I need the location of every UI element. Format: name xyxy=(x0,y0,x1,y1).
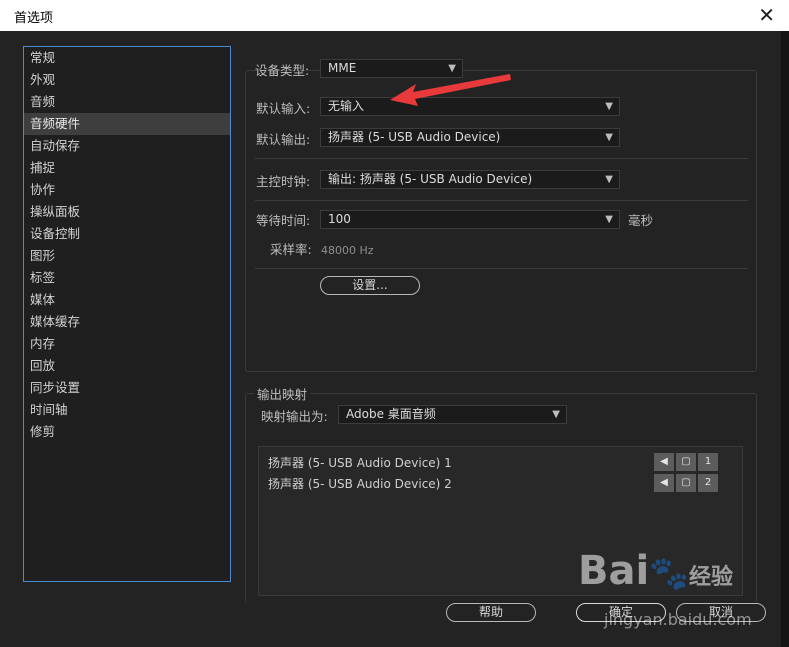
sidebar-item[interactable]: 媒体 xyxy=(24,289,230,311)
frame-icon[interactable]: ▢ xyxy=(676,453,696,471)
map-output-value: Adobe 桌面音频 xyxy=(346,407,436,421)
help-button[interactable]: 帮助 xyxy=(446,603,536,622)
divider xyxy=(255,268,748,269)
chevron-down-icon: ▼ xyxy=(605,214,613,225)
speaker-icon[interactable]: ◀ xyxy=(654,474,674,492)
sidebar-item[interactable]: 设备控制 xyxy=(24,223,230,245)
sidebar-item[interactable]: 时间轴 xyxy=(24,399,230,421)
sidebar-item[interactable]: 自动保存 xyxy=(24,135,230,157)
sidebar-item[interactable]: 修剪 xyxy=(24,421,230,443)
category-list: 常规 外观 音频 音频硬件 自动保存 捕捉 协作 操纵面板 设备控制 图形 标签 媒体 媒体缓存 内存 回放… xyxy=(23,46,231,582)
divider xyxy=(255,200,748,201)
chevron-down-icon: ▼ xyxy=(605,174,613,185)
default-output-label: 默认输出: xyxy=(256,132,311,147)
device-type-value: MME xyxy=(328,61,357,75)
sidebar-item[interactable]: 常规 xyxy=(24,47,230,69)
latency-label: 等待时间: xyxy=(256,213,311,228)
watermark-logo: Bai🐾经验 xyxy=(578,548,733,594)
master-clock-value: 输出: 扬声器 (5- USB Audio Device) xyxy=(328,172,533,186)
divider xyxy=(255,158,748,159)
annotation-arrow-icon xyxy=(390,74,511,106)
sidebar-item[interactable]: 音频 xyxy=(24,91,230,113)
sample-rate-label: 采样率: xyxy=(270,242,312,257)
sidebar-item[interactable]: 回放 xyxy=(24,355,230,377)
latency-dropdown[interactable]: 100 ▼ xyxy=(320,210,620,229)
chevron-down-icon: ▼ xyxy=(552,409,560,420)
watermark-url: jingyan.baidu.com xyxy=(604,610,752,629)
speaker-muted-icon[interactable]: ◀ xyxy=(654,453,674,471)
title-bar: 首选项 ✕ xyxy=(0,0,789,31)
output-mapping-title: 输出映射 xyxy=(254,384,311,403)
sidebar-item[interactable]: 标签 xyxy=(24,267,230,289)
settings-button[interactable]: 设置... xyxy=(320,276,420,295)
sidebar-item[interactable]: 操纵面板 xyxy=(24,201,230,223)
master-clock-dropdown[interactable]: 输出: 扬声器 (5- USB Audio Device) ▼ xyxy=(320,170,620,189)
window-edge xyxy=(781,31,789,647)
sample-rate-value: 48000 Hz xyxy=(321,244,374,257)
frame-icon[interactable]: ▢ xyxy=(676,474,696,492)
default-output-value: 扬声器 (5- USB Audio Device) xyxy=(328,130,501,144)
latency-unit: 毫秒 xyxy=(628,213,654,228)
latency-value: 100 xyxy=(328,212,351,226)
close-icon[interactable]: ✕ xyxy=(758,3,775,27)
watermark-suffix: 经验 xyxy=(689,565,734,590)
sidebar-item[interactable]: 图形 xyxy=(24,245,230,267)
default-input-value: 无输入 xyxy=(328,99,365,113)
channel-row[interactable]: 扬声器 (5- USB Audio Device) 1 xyxy=(268,454,452,471)
default-output-dropdown[interactable]: 扬声器 (5- USB Audio Device) ▼ xyxy=(320,128,620,147)
chevron-down-icon: ▼ xyxy=(605,101,613,112)
sidebar-item[interactable]: 内存 xyxy=(24,333,230,355)
sidebar-item[interactable]: 媒体缓存 xyxy=(24,311,230,333)
channel-number[interactable]: 2 xyxy=(698,474,718,492)
map-output-label: 映射输出为: xyxy=(261,409,328,424)
watermark-brand: Bai xyxy=(578,548,650,594)
map-output-dropdown[interactable]: Adobe 桌面音频 ▼ xyxy=(338,405,567,424)
master-clock-label: 主控时钟: xyxy=(256,174,311,189)
channel-number[interactable]: 1 xyxy=(698,453,718,471)
sidebar-item[interactable]: 协作 xyxy=(24,179,230,201)
sidebar-item[interactable]: 捕捉 xyxy=(24,157,230,179)
paw-icon: 🐾 xyxy=(649,554,690,592)
window-title: 首选项 xyxy=(14,11,54,26)
chevron-down-icon: ▼ xyxy=(605,132,613,143)
sidebar-item[interactable]: 外观 xyxy=(24,69,230,91)
sidebar-item[interactable]: 音频硬件 xyxy=(24,113,230,135)
device-type-label: 设备类型: xyxy=(255,63,310,78)
channel-row[interactable]: 扬声器 (5- USB Audio Device) 2 xyxy=(268,475,452,492)
sidebar-item[interactable]: 同步设置 xyxy=(24,377,230,399)
default-input-label: 默认输入: xyxy=(256,101,311,116)
